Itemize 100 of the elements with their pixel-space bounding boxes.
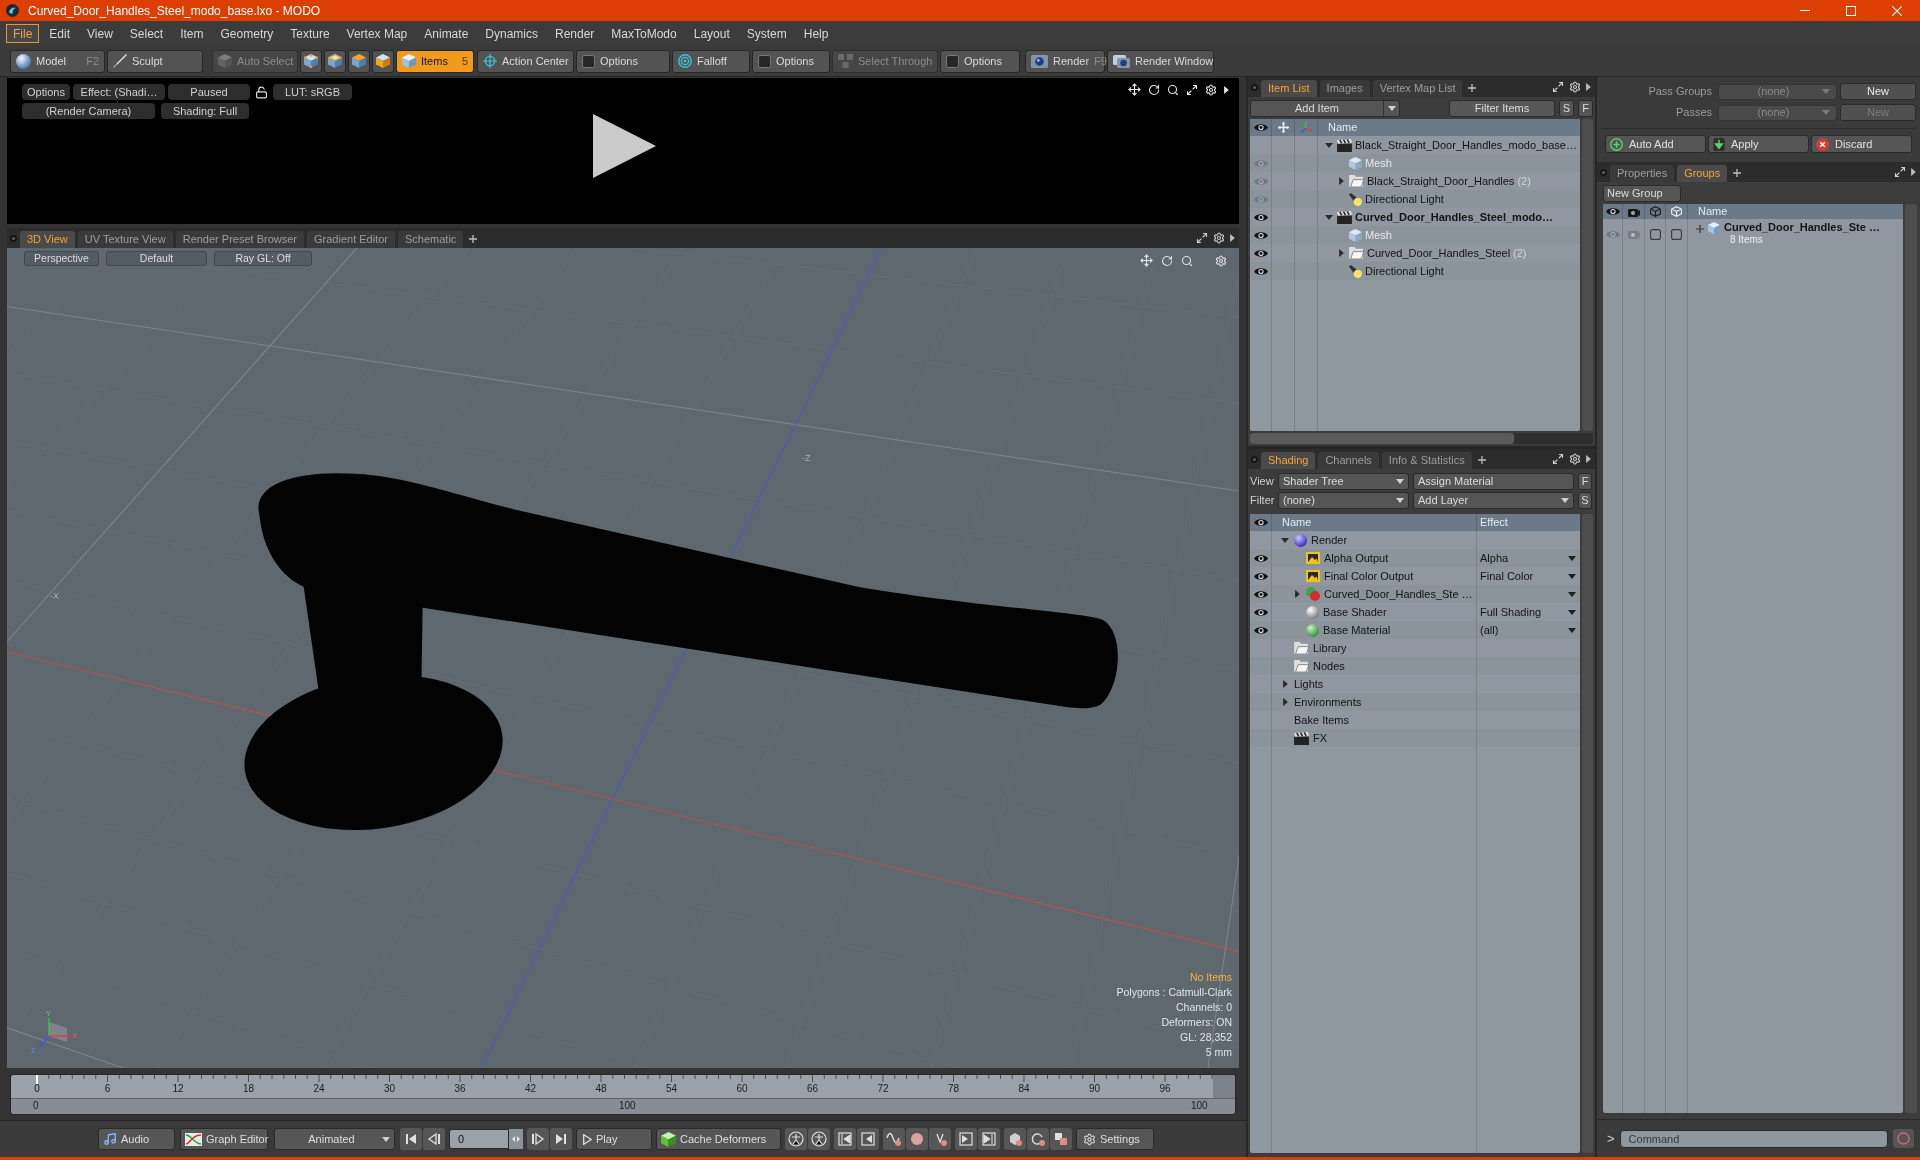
panel-tab[interactable]: Channels: [1318, 452, 1379, 469]
rotate-icon[interactable]: [1148, 83, 1160, 96]
figure-circle-icon[interactable]: [785, 1128, 807, 1150]
zoom-icon[interactable]: [1167, 83, 1179, 96]
pass-action-button[interactable]: Auto Add: [1605, 135, 1706, 153]
panel-tab[interactable]: Images: [1319, 80, 1370, 97]
eye-icon[interactable]: [1253, 123, 1268, 132]
graph-editor-button[interactable]: Graph Editor: [180, 1128, 268, 1150]
eye-icon[interactable]: [1253, 248, 1268, 258]
add-layer-dropdown[interactable]: Add Layer: [1413, 492, 1574, 509]
panel-tab[interactable]: Vertex Map List: [1372, 80, 1463, 97]
current-frame-marker[interactable]: [36, 1075, 38, 1084]
caret-right-icon[interactable]: [1224, 85, 1229, 94]
menu-item[interactable]: Texture: [283, 24, 337, 43]
step-forward-icon[interactable]: [527, 1128, 549, 1150]
toolbar-button[interactable]: Render Window: [1107, 49, 1214, 73]
unlock-icon[interactable]: [255, 85, 268, 99]
horizontal-scrollbar[interactable]: [1250, 433, 1593, 444]
viewport-option-button[interactable]: Default: [106, 251, 207, 266]
eye-icon[interactable]: [1253, 553, 1268, 563]
panel-tab[interactable]: Groups: [1677, 165, 1728, 182]
menu-item[interactable]: Dynamics: [478, 24, 545, 43]
render-option-button[interactable]: Effect: (Shadi…: [73, 84, 165, 100]
move-icon[interactable]: [1128, 83, 1141, 96]
step-forward-icon[interactable]: [955, 1128, 977, 1150]
figure-circle-icon[interactable]: [808, 1128, 830, 1150]
eye-icon[interactable]: [1253, 212, 1268, 222]
menu-item[interactable]: Layout: [686, 24, 737, 43]
circle-icon[interactable]: [1251, 456, 1258, 463]
plus-icon[interactable]: [1696, 225, 1704, 233]
assign-key-button[interactable]: F: [1578, 472, 1592, 490]
settings-button[interactable]: Settings: [1076, 1128, 1154, 1150]
eye-icon[interactable]: [1253, 589, 1268, 599]
settings-icon[interactable]: [1213, 232, 1225, 244]
menu-item[interactable]: View: [80, 24, 120, 43]
toolbar-button[interactable]: Render F9: [1025, 49, 1105, 73]
panel-tab[interactable]: UV Texture View: [77, 231, 173, 248]
eye-icon[interactable]: [1253, 571, 1268, 581]
plus-icon[interactable]: [469, 235, 478, 243]
settings-icon[interactable]: [1569, 453, 1581, 465]
toolbar-button[interactable]: Sculpt: [107, 49, 203, 73]
new-button[interactable]: New: [1840, 83, 1916, 100]
frame-range-bar[interactable]: 0 100 100: [11, 1098, 1235, 1114]
filter-option-button[interactable]: F: [1578, 99, 1593, 117]
expand-icon[interactable]: [1894, 166, 1906, 178]
eye-icon[interactable]: [1253, 518, 1268, 527]
render-option-button[interactable]: (Render Camera): [22, 103, 155, 119]
menu-item[interactable]: File: [6, 24, 40, 43]
circle-icon[interactable]: [10, 235, 17, 242]
shader-row[interactable]: Nodes: [1250, 657, 1580, 675]
frame-field[interactable]: 0: [449, 1129, 509, 1149]
toolbar-button[interactable]: Options: [752, 49, 830, 73]
step-back-icon[interactable]: [423, 1128, 445, 1150]
toolbar-button[interactable]: Items 5: [396, 49, 474, 73]
panel-tab[interactable]: Gradient Editor: [307, 231, 395, 248]
view-dropdown[interactable]: Shader Tree: [1278, 472, 1409, 490]
squares-icon[interactable]: [1050, 1128, 1072, 1150]
toolbar-button[interactable]: Options: [576, 49, 670, 73]
shader-row[interactable]: Curved_Door_Handles_Ste …: [1250, 585, 1580, 603]
play-button[interactable]: Play: [576, 1128, 652, 1150]
select-mode-button[interactable]: [348, 49, 370, 73]
toolbar-button[interactable]: Model F2: [10, 49, 105, 73]
filter-items-field[interactable]: Filter Items: [1449, 99, 1555, 117]
skip-back-icon[interactable]: [400, 1128, 422, 1150]
viewport-option-button[interactable]: Perspective: [24, 251, 99, 266]
viewport-option-button[interactable]: Ray GL: Off: [214, 251, 312, 266]
jump-forward-icon[interactable]: [978, 1128, 1000, 1150]
plus-icon[interactable]: [1468, 84, 1477, 92]
panel-tab[interactable]: Render Preset Browser: [175, 231, 304, 248]
cache-deformers-button[interactable]: Cache Deformers: [656, 1128, 781, 1150]
item-row[interactable]: Directional Light: [1250, 190, 1580, 208]
render-option-button[interactable]: Paused: [168, 84, 250, 100]
assign-material-button[interactable]: Assign Material: [1413, 472, 1574, 490]
expand-icon[interactable]: [1186, 83, 1198, 96]
caret-right-icon[interactable]: [1911, 168, 1916, 176]
caret-right-icon[interactable]: [1230, 234, 1235, 242]
new-group-button[interactable]: New Group: [1603, 184, 1681, 202]
menu-item[interactable]: Select: [122, 24, 171, 43]
scrollbar-thumb[interactable]: [1250, 433, 1514, 444]
menu-item[interactable]: MaxToModo: [604, 24, 684, 43]
plus-icon[interactable]: [1733, 169, 1742, 177]
jump-back-icon[interactable]: [834, 1128, 856, 1150]
menu-item[interactable]: Geometry: [213, 24, 281, 43]
shader-row[interactable]: FX: [1250, 729, 1580, 747]
circle-icon[interactable]: [1251, 84, 1258, 91]
panel-tab[interactable]: Shading: [1261, 452, 1316, 469]
panel-tab[interactable]: 3D View: [20, 231, 75, 248]
settings-icon[interactable]: [1569, 81, 1581, 93]
panel-tab[interactable]: Item List: [1261, 80, 1317, 97]
shader-row[interactable]: Base Material (all): [1250, 621, 1580, 639]
shader-row[interactable]: Alpha Output Alpha: [1250, 549, 1580, 567]
timeline-track[interactable]: 0 6 12 18 24 30 36 42 48 54 60 66 72 78 84 90 96: [11, 1075, 1235, 1098]
step-back-icon[interactable]: [857, 1128, 879, 1150]
render-option-button[interactable]: LUT: sRGB: [273, 84, 352, 100]
panel-tab[interactable]: Properties: [1610, 165, 1675, 182]
pass-action-button[interactable]: Discard: [1811, 135, 1912, 153]
menu-item[interactable]: Animate: [417, 24, 476, 43]
panel-tab[interactable]: Info & Statistics: [1381, 452, 1472, 469]
item-row[interactable]: Directional Light: [1250, 262, 1580, 280]
eye-icon[interactable]: [1253, 230, 1268, 240]
